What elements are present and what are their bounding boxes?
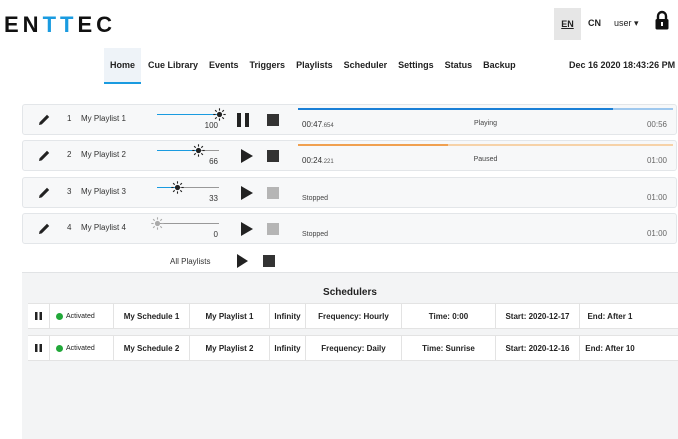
status-dot-icon [56,344,63,352]
play-icon[interactable] [241,149,253,163]
playlist-progress: 00:24.221 Paused 01:00 [298,144,673,168]
nav-events[interactable]: Events [205,48,243,84]
playback-status: Stopped [302,231,329,238]
nav-settings[interactable]: Settings [394,48,438,84]
main-nav: Home Cue Library Events Triggers Playlis… [104,48,523,84]
playlist-level: 33 [209,194,218,203]
scheduler-playlist: My Playlist 2 [190,336,270,360]
edit-pencil-icon[interactable] [38,149,51,162]
progress-fill [298,108,613,110]
edit-pencil-icon[interactable] [38,186,51,199]
status-label: Activated [66,312,95,320]
scheduler-status: Activated [50,304,114,328]
scheduler-repeat: Infinity [270,336,306,360]
playback-status: Stopped [302,195,329,202]
scheduler-row: Activated My Schedule 2 My Playlist 2 Infin… [28,335,678,361]
playlist-number: 2 [67,150,72,159]
playlist-duration: 01:00 [646,156,667,165]
nav-cue-library[interactable]: Cue Library [144,48,202,84]
pause-icon[interactable] [35,344,42,352]
progress-fill [298,144,448,146]
scheduler-time: Time: 0:00 [402,304,496,328]
play-icon[interactable] [241,222,253,236]
scheduler-status: Activated [50,336,114,360]
enttec-logo: ENTTEC [4,12,117,37]
all-playlists-play-icon[interactable] [236,254,248,268]
playlist-number: 3 [67,187,72,196]
brightness-icon[interactable] [171,181,185,194]
scheduler-row: Activated My Schedule 1 My Playlist 1 Infin… [28,303,678,329]
playlist-row: 2 My Playlist 2 66 00:24.221 Paused 01:00 [22,140,677,171]
stop-icon[interactable] [267,114,279,126]
brightness-icon[interactable] [213,108,226,121]
nav-scheduler[interactable]: Scheduler [340,48,392,84]
playlist-name: My Playlist 2 [81,150,126,159]
current-datetime: Dec 16 2020 18:43:26 PM [569,60,676,70]
scheduler-end: End: After 1 [587,311,633,321]
scheduler-end: End: After 10 [585,343,635,353]
playlist-progress: Stopped 01:00 [298,181,673,205]
playlist-progress: Stopped 01:00 [298,217,673,241]
scheduler-pause-cell[interactable] [28,336,50,360]
stop-icon[interactable] [267,150,279,162]
playback-status: Paused [473,156,498,163]
stop-icon[interactable] [267,187,279,199]
nav-playlists[interactable]: Playlists [292,48,337,84]
nav-home[interactable]: Home [104,48,142,84]
scheduler-playlist: My Playlist 1 [190,304,270,328]
playlist-row: 3 My Playlist 3 33 Stopped 01:00 [22,177,677,208]
playlist-progress: 00:47.654 Playing 00:56 [298,108,673,132]
brightness-icon[interactable] [151,217,164,230]
stop-icon[interactable] [267,223,279,235]
playlist-number: 1 [67,114,72,123]
scheduler-time: Time: Sunrise [402,336,496,360]
playlist-row: 4 My Playlist 4 0 Stopped 01:00 [22,213,677,244]
scheduler-frequency: Frequency: Daily [306,336,402,360]
language-en-button[interactable]: EN [554,8,581,40]
scheduler-pause-cell[interactable] [28,304,50,328]
status-dot-icon [56,312,63,320]
scheduler-name: My Schedule 2 [114,336,190,360]
scheduler-frequency: Frequency: Hourly [306,304,402,328]
nav-triggers[interactable]: Triggers [246,48,290,84]
playlist-name: My Playlist 4 [81,223,126,232]
play-icon[interactable] [241,186,253,200]
schedulers-title: Schedulers [323,287,377,298]
language-cn-button[interactable]: CN [588,18,601,28]
nav-backup[interactable]: Backup [479,48,520,84]
scheduler-repeat: Infinity [270,304,306,328]
edit-pencil-icon[interactable] [38,113,51,126]
brightness-icon[interactable] [192,144,205,157]
nav-status[interactable]: Status [441,48,477,84]
edit-pencil-icon[interactable] [38,222,51,235]
playlist-duration: 01:00 [646,229,667,238]
playlist-level: 0 [213,230,218,239]
all-playlists-label: All Playlists [170,257,211,266]
scheduler-name: My Schedule 1 [114,304,190,328]
schedulers-panel: Schedulers Activated My Schedule 1 My Play… [22,272,678,439]
pause-icon[interactable] [35,312,42,320]
playlist-duration: 01:00 [646,193,667,202]
status-label: Activated [66,344,95,352]
pause-icon[interactable] [237,113,249,127]
playlist-name: My Playlist 3 [81,187,126,196]
playlist-row: 1 My Playlist 1 100 00:47.654 Playing 00:56 [22,104,677,135]
lock-icon[interactable] [655,10,669,30]
playlist-duration: 00:56 [646,120,667,129]
user-menu[interactable]: user ▾ [614,18,639,29]
playlist-level: 100 [204,121,218,130]
level-slider-fill[interactable] [157,114,219,115]
scheduler-start: Start: 2020-12-17 [496,304,580,328]
level-slider-track[interactable] [157,223,219,224]
playlist-number: 4 [67,223,72,232]
playlist-level: 66 [209,157,218,166]
playlist-name: My Playlist 1 [81,114,126,123]
playback-status: Playing [474,120,497,127]
scheduler-start: Start: 2020-12-16 [496,336,580,360]
all-playlists-stop-icon[interactable] [263,255,275,267]
